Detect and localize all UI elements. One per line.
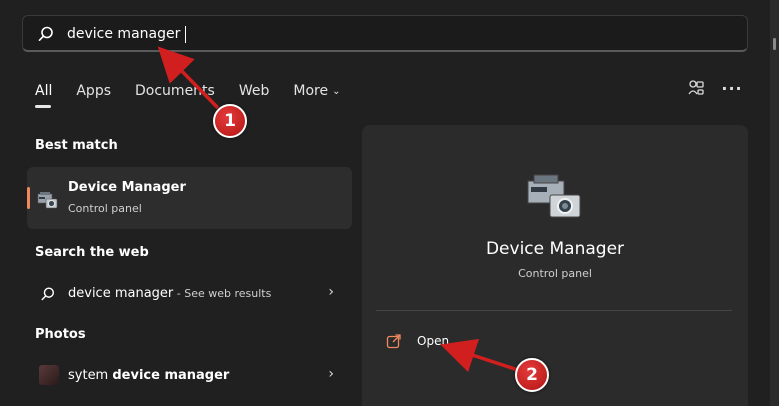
tab-all[interactable]: All	[35, 83, 52, 108]
annotation-badge-1: 1	[213, 104, 247, 138]
web-result-item[interactable]: device manager - See web results ›	[27, 279, 352, 309]
tab-apps[interactable]: Apps	[76, 83, 111, 99]
detail-panel: Device Manager Control panel Open	[362, 125, 748, 406]
search-icon	[41, 287, 55, 301]
chevron-down-icon: ⌄	[332, 86, 341, 97]
chevron-right-icon[interactable]: ›	[328, 284, 334, 300]
photo-result-item[interactable]: sytem device manager ›	[27, 361, 352, 391]
device-manager-icon	[37, 192, 58, 209]
web-result-suffix: - See web results	[173, 287, 272, 300]
photos-label: Photos	[35, 327, 86, 342]
best-match-label: Best match	[35, 138, 118, 153]
device-manager-icon	[527, 174, 581, 218]
annotation-badge-2: 2	[515, 358, 549, 392]
search-input[interactable]	[65, 21, 719, 47]
web-result-query: device manager	[68, 286, 174, 301]
search-web-label: Search the web	[35, 245, 149, 260]
detail-title: Device Manager	[485, 239, 625, 259]
search-box[interactable]	[22, 15, 748, 52]
scrollbar-thumb[interactable]	[773, 38, 776, 50]
best-match-title: Device Manager	[68, 180, 186, 195]
photo-result-text: sytem device manager	[68, 368, 229, 383]
tab-web[interactable]: Web	[239, 83, 270, 99]
chevron-right-icon[interactable]: ›	[328, 366, 334, 382]
best-match-item[interactable]: Device Manager Control panel	[27, 167, 352, 229]
top-actions: ···	[686, 78, 742, 98]
tab-more-label: More	[293, 83, 329, 99]
open-button[interactable]: Open	[386, 331, 449, 351]
detail-subtitle: Control panel	[518, 267, 592, 280]
photo-result-highlight: device manager	[112, 368, 230, 383]
more-options-button[interactable]: ···	[721, 78, 743, 98]
best-match-subtitle: Control panel	[68, 202, 142, 215]
web-result-text: device manager - See web results	[68, 286, 271, 301]
filter-tabs: All Apps Documents Web More ⌄	[35, 80, 364, 108]
photo-result-prefix: sytem	[68, 368, 113, 383]
tab-more[interactable]: More ⌄	[293, 83, 340, 99]
more-options-icon: ···	[721, 78, 743, 98]
share-icon	[688, 80, 704, 95]
search-icon	[38, 26, 53, 41]
open-label: Open	[417, 334, 450, 348]
windows-search-window: All Apps Documents Web More⌄ ··· Best ma…	[0, 0, 779, 406]
photo-thumbnail-icon	[39, 365, 59, 385]
open-external-icon	[386, 334, 401, 349]
text-caret	[185, 26, 186, 43]
share-button[interactable]	[686, 78, 706, 98]
tab-documents[interactable]: Documents	[135, 83, 215, 99]
divider	[376, 310, 732, 311]
selection-indicator	[27, 187, 30, 209]
scrollbar[interactable]	[770, 0, 779, 406]
